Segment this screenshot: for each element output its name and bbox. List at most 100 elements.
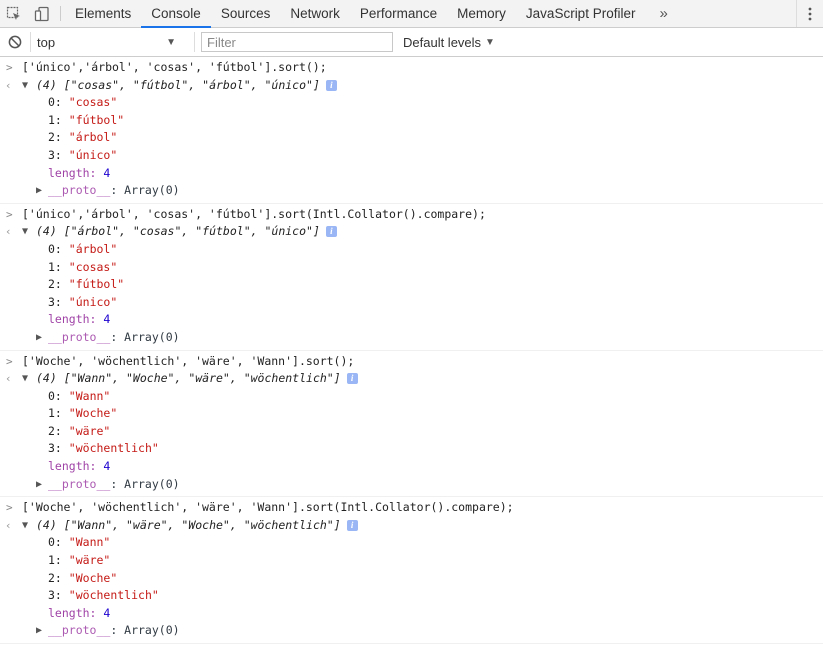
array-item-value: "Woche" — [68, 406, 118, 421]
console-result-line[interactable]: ‹ ▼ (4) ["árbol", "cosas", "fútbol", "únic… — [0, 223, 823, 241]
tab-sources[interactable]: Sources — [211, 0, 281, 27]
length-property: length: 4 — [0, 165, 823, 183]
array-item: 1: "fútbol" — [0, 112, 823, 130]
context-selector[interactable]: top ▼ — [30, 32, 180, 52]
info-icon[interactable]: i — [325, 79, 337, 91]
proto-label: __proto__ — [48, 329, 111, 344]
log-levels-dropdown[interactable]: Default levels ▼ — [403, 35, 495, 50]
array-item-index: 0: — [48, 241, 62, 256]
array-item: 0: "árbol" — [0, 241, 823, 259]
proto-property[interactable]: ▶ __proto__: Array(0) — [0, 182, 823, 200]
collapse-triangle-icon[interactable]: ▶ — [36, 329, 42, 347]
console-entry: > ['Woche', 'wöchentlich', 'wäre', 'Wann'… — [0, 497, 823, 644]
inspect-element-icon[interactable] — [0, 0, 28, 27]
tab-console[interactable]: Console — [141, 0, 211, 28]
array-item-value: "único" — [68, 294, 118, 309]
length-property: length: 4 — [0, 311, 823, 329]
array-item: 2: "Woche" — [0, 570, 823, 588]
collapse-triangle-icon[interactable]: ▶ — [36, 476, 42, 494]
tab-elements[interactable]: Elements — [65, 0, 141, 27]
console-input-line: > ['Woche', 'wöchentlich', 'wäre', 'Wann'… — [0, 499, 823, 517]
expand-triangle-icon[interactable]: ▼ — [22, 223, 28, 241]
array-item-index: 0: — [48, 535, 62, 550]
console-input-line: > ['Woche', 'wöchentlich', 'wäre', 'Wann'… — [0, 353, 823, 371]
dropdown-arrow-icon: ▼ — [485, 36, 495, 48]
proto-property[interactable]: ▶ __proto__: Array(0) — [0, 476, 823, 494]
info-icon[interactable]: i — [346, 373, 358, 385]
tab-javascript-profiler[interactable]: JavaScript Profiler — [516, 0, 646, 27]
console-input-code: ['único','árbol', 'cosas', 'fútbol'].sor… — [22, 206, 486, 221]
log-levels-label: Default levels — [403, 34, 482, 50]
array-item-value: "wöchentlich" — [68, 588, 159, 603]
array-item-index: 1: — [48, 112, 62, 127]
panel-tabs: Elements Console Sources Network Performance… — [65, 0, 646, 28]
proto-property[interactable]: ▶ __proto__: Array(0) — [0, 329, 823, 347]
array-item-value: "cosas" — [68, 259, 118, 274]
array-item-index: 3: — [48, 441, 62, 456]
array-item-value: "cosas" — [68, 95, 118, 110]
kebab-menu-icon[interactable] — [796, 0, 823, 27]
console-result-line[interactable]: ‹ ▼ (4) ["Wann", "Woche", "wäre", "wöchent… — [0, 370, 823, 388]
array-item-value: "único" — [68, 147, 118, 162]
console-input-code: ['Woche', 'wöchentlich', 'wäre', 'Wann']… — [22, 353, 355, 368]
collapse-triangle-icon[interactable]: ▶ — [36, 622, 42, 640]
array-item-index: 1: — [48, 553, 62, 568]
length-value: 4 — [103, 312, 111, 327]
array-item: 0: "Wann" — [0, 388, 823, 406]
filter-input[interactable] — [201, 32, 393, 52]
tab-memory[interactable]: Memory — [447, 0, 516, 27]
array-item: 2: "fútbol" — [0, 276, 823, 294]
proto-value: : Array(0) — [110, 329, 180, 344]
array-item-index: 2: — [48, 277, 62, 292]
array-item-value: "fútbol" — [68, 112, 125, 127]
result-prompt-icon: ‹ — [5, 372, 12, 386]
array-item: 2: "wäre" — [0, 423, 823, 441]
device-toolbar-icon[interactable] — [28, 0, 56, 27]
length-value: 4 — [103, 605, 111, 620]
tab-performance[interactable]: Performance — [350, 0, 447, 27]
array-item: 3: "wöchentlich" — [0, 587, 823, 605]
array-item: 3: "único" — [0, 147, 823, 165]
proto-property[interactable]: ▶ __proto__: Array(0) — [0, 622, 823, 640]
array-item-index: 2: — [48, 130, 62, 145]
array-item: 2: "árbol" — [0, 129, 823, 147]
length-value: 4 — [103, 459, 111, 474]
array-item: 0: "Wann" — [0, 534, 823, 552]
info-icon[interactable]: i — [325, 226, 337, 238]
array-item-index: 2: — [48, 423, 62, 438]
input-prompt-icon: > — [6, 61, 13, 74]
clear-console-icon[interactable] — [0, 35, 30, 49]
console-result-line[interactable]: ‹ ▼ (4) ["Wann", "wäre", "Woche", "wöchent… — [0, 517, 823, 535]
info-icon[interactable]: i — [346, 519, 358, 531]
expand-triangle-icon[interactable]: ▼ — [22, 77, 28, 95]
context-selector-value: top — [37, 34, 56, 50]
console-result-line[interactable]: ‹ ▼ (4) ["cosas", "fútbol", "árbol", "únic… — [0, 77, 823, 95]
array-summary: (4) ["Wann", "Woche", "wäre", "wöchentli… — [36, 371, 341, 386]
array-item-value: "árbol" — [68, 130, 118, 145]
console-messages: > ['único','árbol', 'cosas', 'fútbol'].so… — [0, 57, 823, 644]
array-summary: (4) ["árbol", "cosas", "fútbol", "único"… — [36, 224, 320, 239]
expand-triangle-icon[interactable]: ▼ — [22, 370, 28, 388]
array-item-value: "árbol" — [68, 241, 118, 256]
console-input-code: ['único','árbol', 'cosas', 'fútbol'].sor… — [22, 60, 327, 74]
proto-value: : Array(0) — [110, 183, 180, 198]
tab-network[interactable]: Network — [280, 0, 350, 27]
array-item-index: 1: — [48, 259, 62, 274]
proto-label: __proto__ — [48, 623, 111, 638]
more-tabs-button[interactable]: » — [645, 0, 681, 27]
length-label: length: — [48, 312, 97, 327]
array-item-index: 0: — [48, 95, 62, 110]
collapse-triangle-icon[interactable]: ▶ — [36, 182, 42, 200]
input-prompt-icon: > — [6, 354, 13, 368]
array-item-index: 2: — [48, 570, 62, 585]
array-item-index: 1: — [48, 406, 62, 421]
array-item-value: "Wann" — [68, 388, 111, 403]
console-input-line: > ['único','árbol', 'cosas', 'fútbol'].so… — [0, 59, 823, 77]
expand-triangle-icon[interactable]: ▼ — [22, 517, 28, 535]
length-value: 4 — [103, 165, 111, 180]
console-toolbar: top ▼ Default levels ▼ — [0, 28, 823, 57]
array-item-value: "fútbol" — [68, 277, 125, 292]
result-prompt-icon: ‹ — [5, 225, 12, 239]
array-summary: (4) ["cosas", "fútbol", "árbol", "único"… — [36, 77, 320, 92]
array-item-value: "wäre" — [68, 423, 111, 438]
